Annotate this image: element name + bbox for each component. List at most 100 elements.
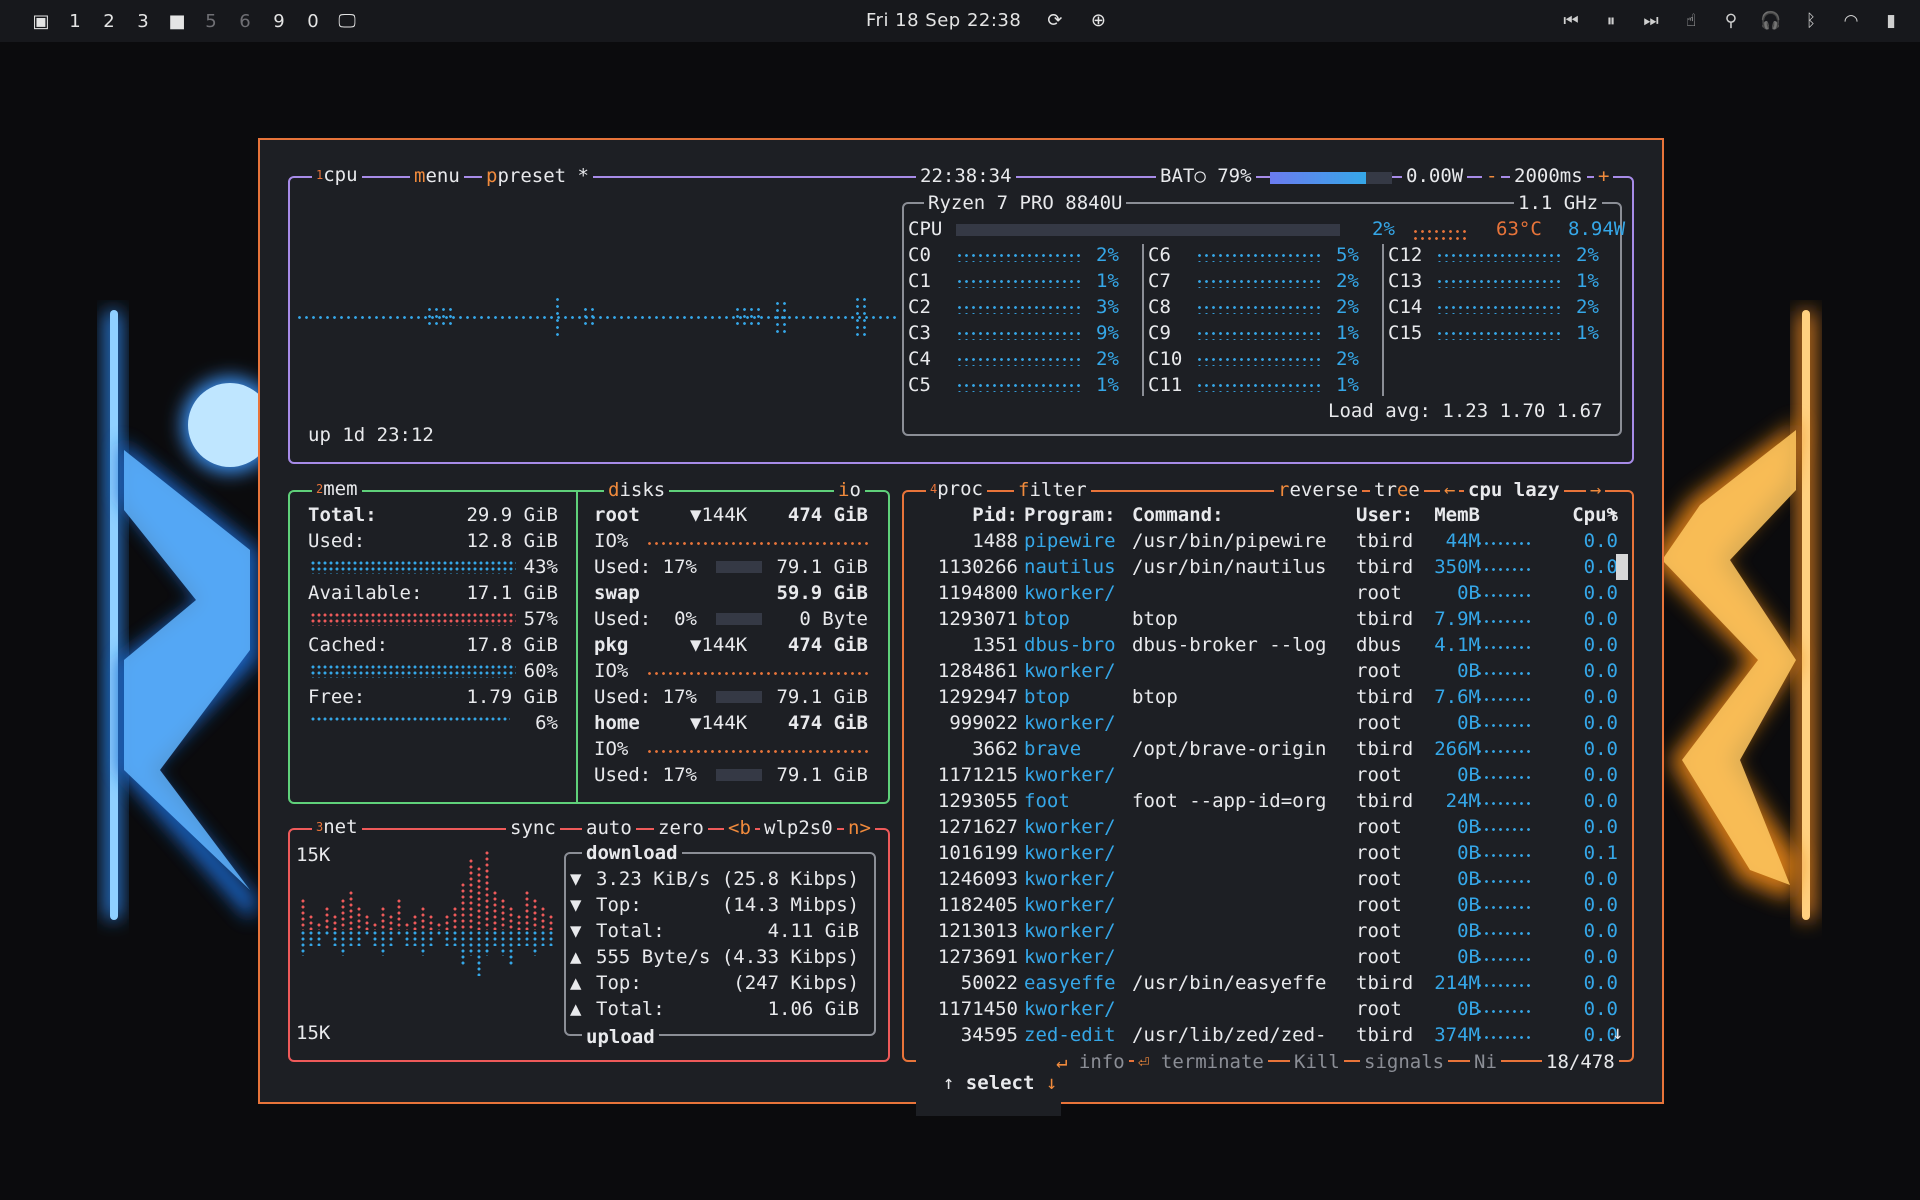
disk-name[interactable]: pkg — [594, 632, 628, 658]
process-row[interactable]: 1488 pipewire/usr/bin/pipewire tbird 44M 0.0 — [910, 528, 1630, 554]
select-up-icon[interactable]: ↑ — [943, 1072, 954, 1094]
interval-increase[interactable]: + — [1594, 165, 1614, 187]
tree-toggle[interactable]: tree — [1370, 479, 1424, 501]
process-row[interactable]: 999022 kworker/root 0B 0.0 — [910, 710, 1630, 736]
preset-button[interactable]: ppreset * — [482, 165, 593, 187]
net-download-bar — [436, 930, 442, 936]
proc-scrollbar[interactable] — [1616, 554, 1628, 580]
menu-button[interactable]: menu — [410, 165, 464, 187]
terminate-button[interactable]: ⏎ terminate — [1134, 1051, 1268, 1073]
cpu-title[interactable]: 1cpu — [312, 164, 362, 186]
prev-interface[interactable]: <b — [724, 817, 755, 839]
core-graph — [1436, 304, 1564, 314]
process-row[interactable]: 1292947 btop btop tbird 7.6M 0.0 — [910, 684, 1630, 710]
proc-title[interactable]: 4proc — [926, 478, 987, 500]
scroll-down-icon[interactable]: ↓ — [1612, 1020, 1623, 1046]
process-row[interactable]: 1171215 kworker/root 0B 0.0 — [910, 762, 1630, 788]
disk-name[interactable]: swap — [594, 580, 640, 606]
select-down-icon[interactable]: ↓ — [1046, 1072, 1057, 1094]
workspace-0[interactable]: 0 — [296, 11, 330, 32]
battery-icon[interactable]: ▮ — [1880, 11, 1902, 31]
process-row[interactable]: 1271627 kworker/root 0B 0.0 — [910, 814, 1630, 840]
header-pid[interactable]: Pid: — [972, 502, 1018, 528]
nice-button[interactable]: Ni — [1470, 1051, 1501, 1073]
workspace-3[interactable]: 3 — [126, 11, 160, 32]
net-title[interactable]: 3net — [312, 816, 362, 838]
process-cpu: 0.0 — [1583, 816, 1618, 838]
monitor-icon[interactable]: 🖵 — [330, 11, 364, 32]
disks-title[interactable]: disks — [604, 479, 670, 501]
process-row[interactable]: 1016199 kworker/root 0B 0.1 — [910, 840, 1630, 866]
sort-next[interactable]: → — [1586, 479, 1606, 501]
info-button[interactable]: ↵ info — [1052, 1051, 1129, 1073]
clock[interactable]: Fri 18 Sep 22:38 ⟳ ⊕ — [866, 0, 1107, 42]
disk-name[interactable]: root — [594, 502, 640, 528]
process-row[interactable]: 1130266 nautilus/usr/bin/nautilus tbird 350… — [910, 554, 1630, 580]
globe-icon[interactable]: ⊕ — [1091, 10, 1107, 31]
net-upload-bar — [484, 850, 490, 930]
header-command[interactable]: Command: — [1132, 502, 1224, 528]
process-row[interactable]: 1351 dbus-bro dbus-broker --log dbus 4.1M 0.0 — [910, 632, 1630, 658]
select-button[interactable]: select — [966, 1072, 1035, 1094]
core-usage: 1% — [1576, 322, 1599, 344]
workspace-6[interactable]: 6 — [228, 11, 262, 32]
media-pause-icon[interactable]: ⏸ — [1600, 11, 1622, 31]
core-label: C4 — [908, 348, 931, 370]
net-download-bar — [340, 930, 346, 956]
signals-button[interactable]: signals — [1360, 1051, 1449, 1073]
header-program[interactable]: Program: — [1024, 502, 1116, 528]
header-user[interactable]: User: — [1356, 502, 1413, 528]
workspace-9[interactable]: 9 — [262, 11, 296, 32]
mem-title[interactable]: 2mem — [312, 478, 362, 500]
active-workspace-icon[interactable]: ■ — [160, 11, 194, 32]
media-prev-icon[interactable]: ⏮ — [1560, 11, 1582, 31]
process-row[interactable]: 1182405 kworker/root 0B 0.0 — [910, 892, 1630, 918]
process-row[interactable]: 50022 easyeffe/usr/bin/easyeffe tbird 214M 0… — [910, 970, 1630, 996]
header-mem[interactable]: MemB — [1434, 502, 1480, 528]
reverse-toggle[interactable]: reverse — [1274, 479, 1363, 501]
kill-button[interactable]: Kill — [1290, 1051, 1344, 1073]
process-user: root — [1356, 868, 1402, 890]
touch-icon[interactable]: ☝ — [1680, 11, 1702, 31]
io-toggle[interactable]: io — [834, 479, 865, 501]
sync-toggle[interactable]: sync — [506, 817, 560, 839]
sort-mode[interactable]: cpu lazy — [1464, 479, 1564, 501]
window-overview-icon[interactable]: ▣ — [24, 11, 58, 32]
process-row[interactable]: 1293055 foot foot --app-id=org tbird 24M 0.0 — [910, 788, 1630, 814]
core-graph — [1436, 330, 1564, 340]
net-stat: 3.23 KiB/s (25.8 Kibps) — [596, 868, 860, 890]
media-next-icon[interactable]: ⏭ — [1640, 11, 1662, 31]
headphones-icon[interactable]: 🎧 — [1760, 11, 1782, 31]
workspace-2[interactable]: 2 — [92, 11, 126, 32]
next-interface[interactable]: n> — [844, 817, 875, 839]
mem-label: Available: — [308, 582, 423, 604]
process-row[interactable]: 34595 zed-edit/usr/lib/zed/zed-tbird 374M 0… — [910, 1022, 1630, 1048]
process-row[interactable]: 1246093 kworker/root 0B 0.0 — [910, 866, 1630, 892]
process-row[interactable]: 1273691 kworker/root 0B 0.0 — [910, 944, 1630, 970]
interval-decrease[interactable]: - — [1482, 165, 1502, 187]
zero-toggle[interactable]: zero — [654, 817, 708, 839]
workspace-5[interactable]: 5 — [194, 11, 228, 32]
core-label: C13 — [1388, 270, 1423, 292]
process-row[interactable]: 1284861 kworker/root 0B 0.0 — [910, 658, 1630, 684]
disk-name[interactable]: home — [594, 710, 640, 736]
process-row[interactable]: 3662 brave/opt/brave-origin tbird 266M 0.0 — [910, 736, 1630, 762]
workspace-1[interactable]: 1 — [58, 11, 92, 32]
process-cpu-graph — [1476, 748, 1534, 756]
process-row[interactable]: 1293071 btop btop tbird 7.9M 0.0 — [910, 606, 1630, 632]
process-row[interactable]: 1194800 kworker/root 0B 0.0 — [910, 580, 1630, 606]
hotspot-icon[interactable]: ⚲ — [1720, 11, 1742, 31]
bluetooth-icon[interactable]: ᛒ — [1800, 11, 1822, 31]
process-row[interactable]: 1171450 kworker/root 0B 0.0 — [910, 996, 1630, 1022]
refresh-icon[interactable]: ⟳ — [1047, 10, 1063, 31]
core-usage: 1% — [1576, 270, 1599, 292]
net-download-bar — [476, 930, 482, 976]
process-row[interactable]: 1213013 kworker/root 0B 0.0 — [910, 918, 1630, 944]
auto-toggle[interactable]: auto — [582, 817, 636, 839]
filter-button[interactable]: filter — [1014, 479, 1091, 501]
process-user: tbird — [1356, 790, 1414, 812]
sort-prev[interactable]: ← — [1440, 479, 1460, 501]
disk-used-label: Used: 17% — [594, 556, 697, 578]
btop-terminal-window[interactable]: 1cpu menu ppreset * 22:38:34 BAT○ 79% 0.… — [258, 138, 1664, 1116]
wifi-icon[interactable]: ◠ — [1840, 11, 1862, 31]
